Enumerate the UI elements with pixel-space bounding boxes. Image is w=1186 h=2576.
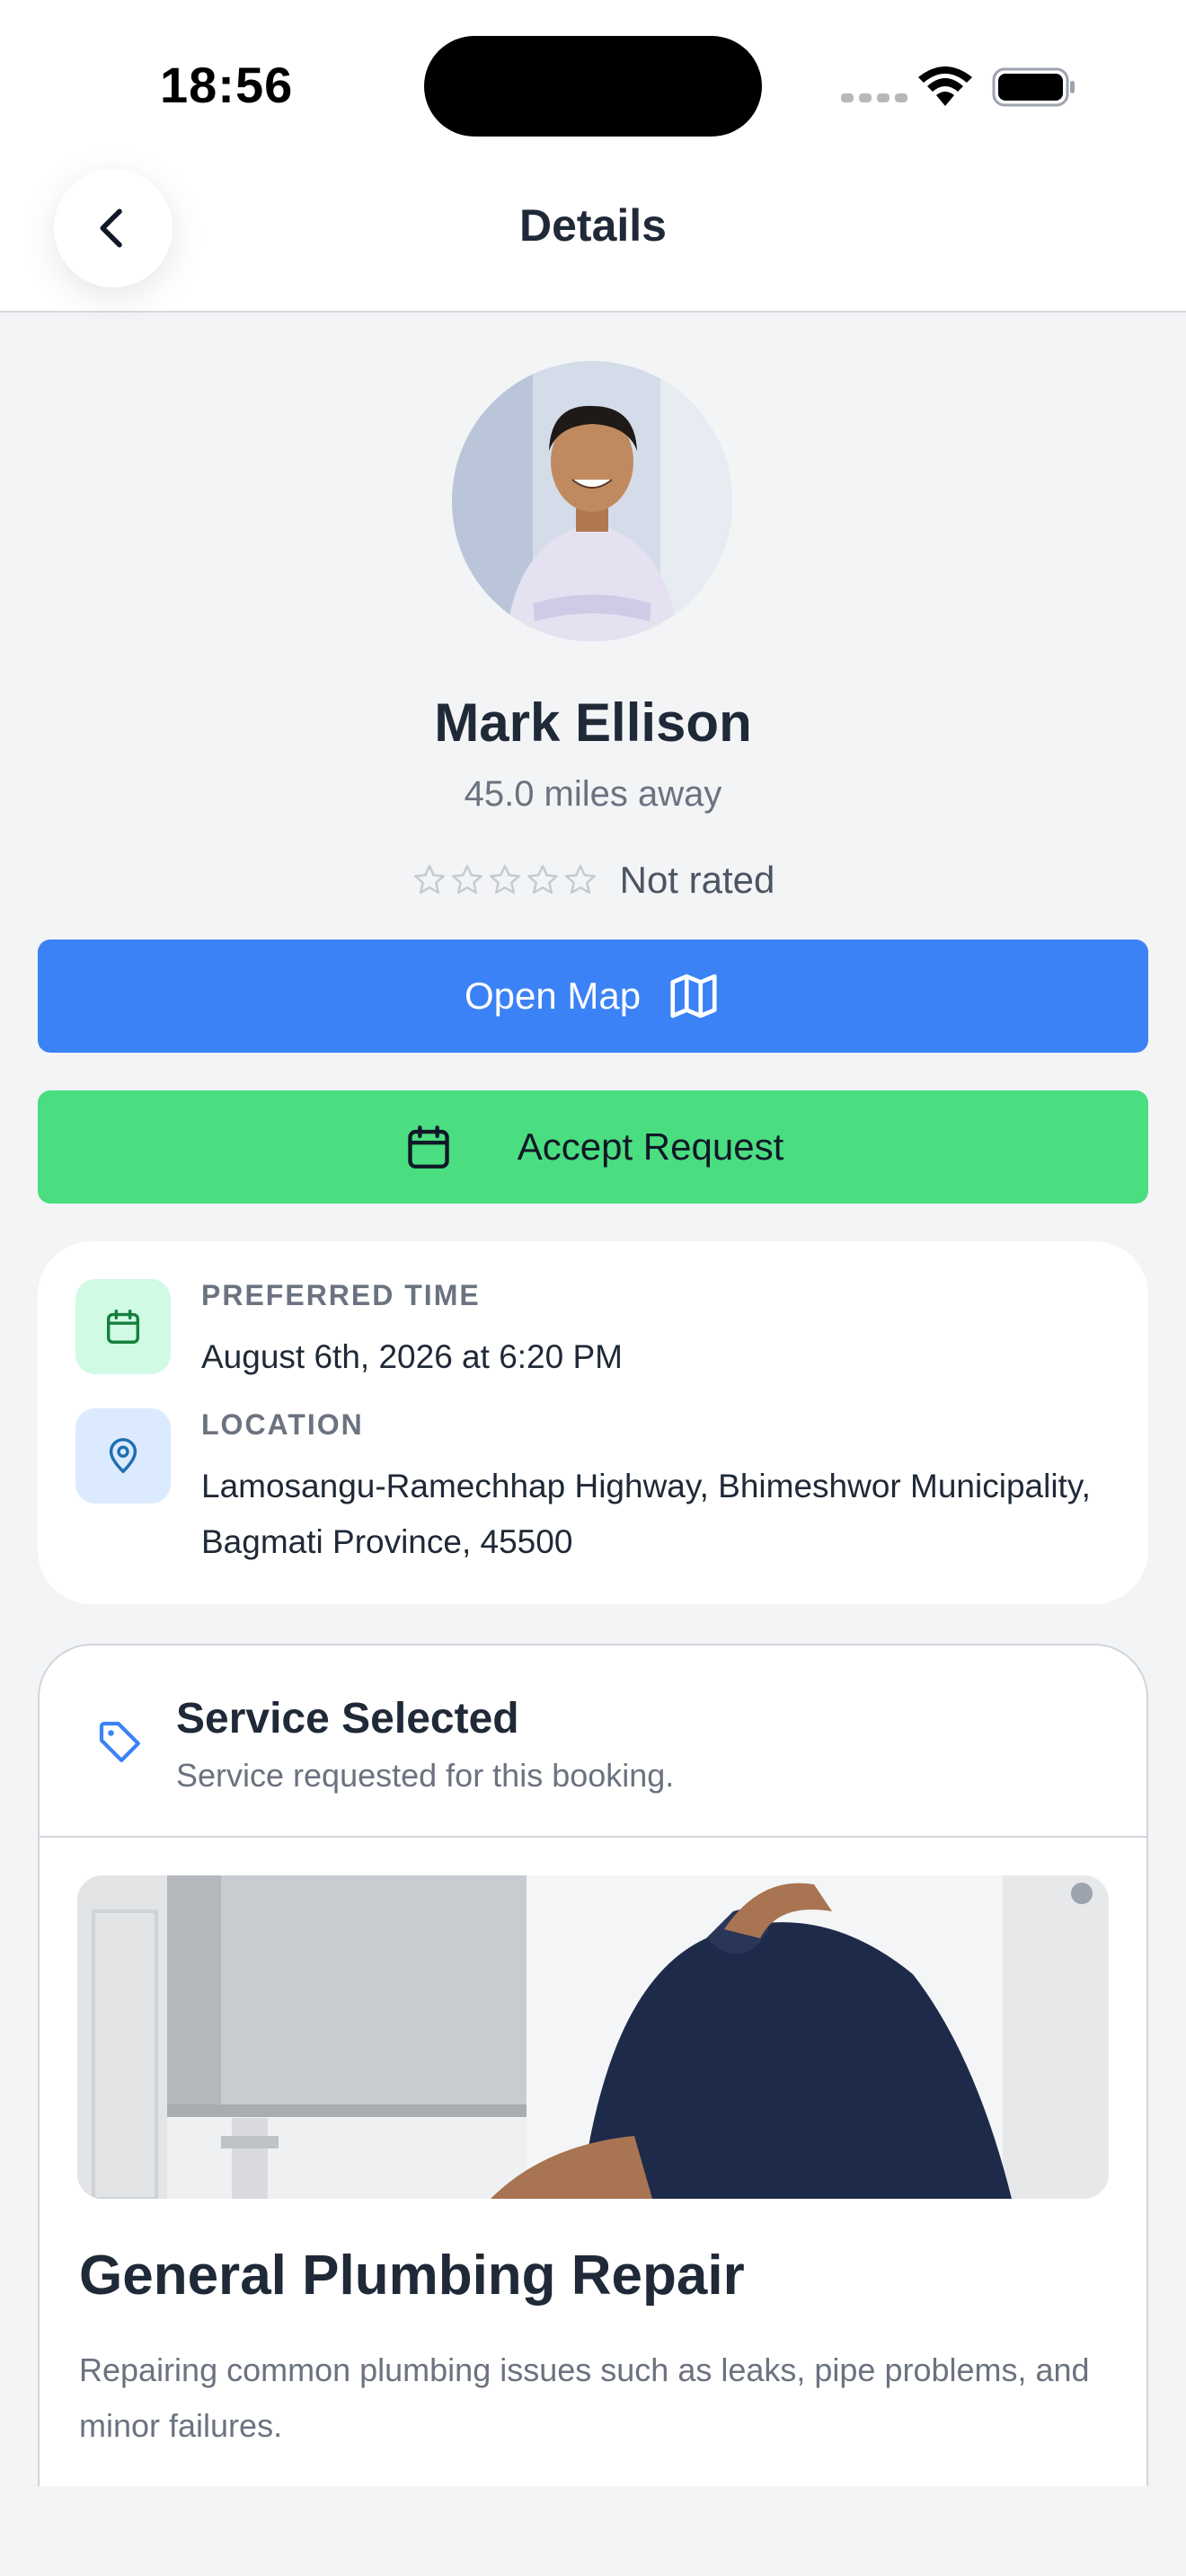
rating-text: Not rated [619, 859, 775, 901]
service-image [77, 1875, 1109, 2199]
location-value: Lamosangu-Ramechhap Highway, Bhimeshwor … [201, 1468, 1091, 1560]
status-bar: 18:56 [0, 0, 1186, 162]
preferred-time-icon-box [75, 1279, 171, 1374]
service-section-title: Service Selected [176, 1695, 519, 1742]
profile-distance: 45.0 miles away [464, 774, 722, 814]
preferred-time-value: August 6th, 2026 at 6:20 PM [201, 1338, 623, 1375]
service-card: Service Selected Service requested for t… [38, 1644, 1148, 2576]
service-card-header: Service Selected Service requested for t… [40, 1645, 1146, 1838]
dynamic-island [424, 36, 762, 137]
accept-request-label: Accept Request [517, 1125, 784, 1168]
map-icon [670, 974, 717, 1019]
location-icon-box [75, 1408, 171, 1504]
battery-icon [992, 67, 1075, 107]
page-title: Details [519, 200, 667, 251]
wifi-icon [918, 66, 972, 106]
star-outline-icon [489, 864, 520, 895]
location-label: LOCATION [201, 1408, 364, 1441]
rating-stars [412, 862, 598, 898]
calendar-icon [408, 1125, 449, 1169]
avatar [452, 361, 732, 641]
star-outline-icon [527, 864, 558, 895]
open-map-button[interactable]: Open Map [38, 940, 1148, 1053]
bottom-safe-area [0, 2486, 1186, 2576]
accept-request-button[interactable]: Accept Request [38, 1090, 1148, 1204]
map-pin-icon [109, 1438, 137, 1473]
star-outline-icon [413, 864, 445, 895]
preferred-time-label: PREFERRED TIME [201, 1279, 481, 1311]
booking-info-card: PREFERRED TIME August 6th, 2026 at 6:20 … [38, 1241, 1148, 1604]
star-outline-icon [564, 864, 596, 895]
rating-row: Not rated [0, 859, 1186, 902]
star-outline-icon [451, 864, 482, 895]
profile-name: Mark Ellison [434, 693, 752, 753]
tag-icon [99, 1721, 140, 1762]
nav-header: Details [0, 162, 1186, 313]
status-time: 18:56 [160, 57, 294, 113]
service-name: General Plumbing Repair [79, 2245, 745, 2307]
service-section-subtitle: Service requested for this booking. [176, 1757, 675, 1794]
cellular-signal-icon [841, 93, 907, 102]
service-description: Repairing common plumbing issues such as… [79, 2351, 1090, 2444]
open-map-label: Open Map [464, 975, 642, 1017]
calendar-icon [106, 1310, 140, 1344]
